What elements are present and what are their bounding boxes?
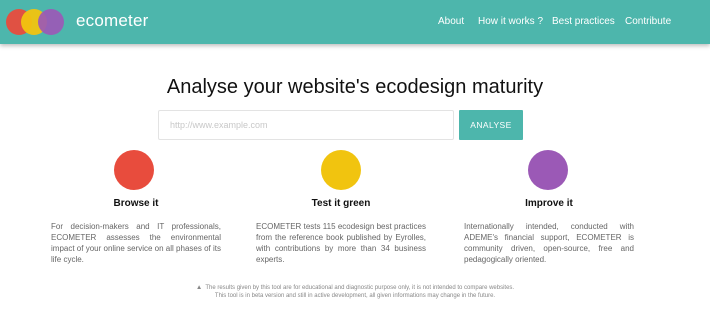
feature-description: ECOMETER tests 115 ecodesign best practi…	[256, 222, 426, 264]
nav-about-link[interactable]: About	[438, 16, 464, 27]
feature-title: Improve it	[525, 198, 573, 209]
yellow-circle-icon	[321, 150, 361, 190]
main-nav: About How it works ? Best practices Cont…	[0, 16, 710, 30]
purple-circle-icon	[528, 150, 568, 190]
page-title: Analyse your website's ecodesign maturit…	[166, 76, 544, 98]
disclaimer-text-2: This tool is in beta version and still i…	[214, 293, 496, 299]
feature-title: Test it green	[311, 198, 371, 209]
nav-how-it-works-link[interactable]: How it works ?	[478, 16, 543, 27]
feature-title: Browse it	[113, 198, 159, 209]
analyse-button[interactable]: ANALYSE	[459, 110, 523, 140]
nav-contribute-link[interactable]: Contribute	[625, 16, 671, 27]
url-input[interactable]	[158, 110, 454, 140]
disclaimer-text-1: The results given by this tool are for e…	[205, 285, 515, 291]
warning-icon: ▲	[195, 284, 203, 291]
top-navbar: ecometer About How it works ? Best pract…	[0, 0, 710, 44]
disclaimer: ▲ The results given by this tool are for …	[0, 284, 710, 300]
disclaimer-line-1: ▲ The results given by this tool are for …	[0, 284, 710, 292]
feature-description: Internationally intended, conducted with…	[464, 222, 634, 264]
nav-best-practices-link[interactable]: Best practices	[552, 16, 615, 27]
feature-description: For decision-makers and IT professionals…	[51, 222, 221, 264]
red-circle-icon	[114, 150, 154, 190]
